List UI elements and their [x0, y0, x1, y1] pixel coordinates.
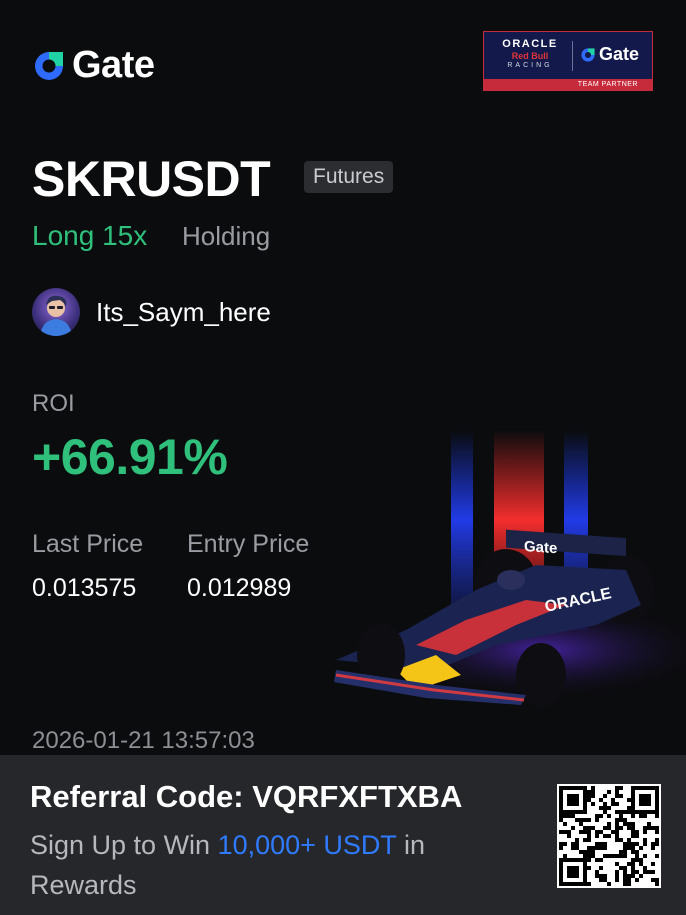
team-partner-caption: TEAM PARTNER [484, 79, 652, 90]
racing-wordmark: RACING [507, 62, 553, 69]
gate-logo: Gate [32, 44, 155, 87]
user-avatar [32, 288, 80, 336]
referral-code: Referral Code: VQRFXFTXBA [30, 779, 463, 814]
promo-text: Sign Up to Win 10,000+ USDT in Rewards [30, 825, 500, 905]
oracle-wordmark: ORACLE [502, 38, 558, 50]
gate-logo-icon [581, 47, 595, 62]
promo-highlight: 10,000+ USDT [217, 830, 397, 860]
position-status: Holding [182, 221, 271, 251]
entry-price-label: Entry Price [187, 530, 310, 558]
brand-name: Gate [72, 44, 155, 86]
badge-gate-text: Gate [599, 44, 640, 64]
username: Its_Saym_here [96, 297, 271, 327]
timestamp: 2026-01-21 13:57:03 [32, 727, 255, 754]
last-price-label: Last Price [32, 530, 144, 558]
trading-pair: SKRUSDT [32, 151, 271, 207]
roi-label: ROI [32, 390, 75, 417]
entry-price-value: 0.012989 [187, 574, 292, 602]
market-type-badge: Futures [304, 161, 394, 193]
red-bull-wordmark: Red Bull [511, 51, 549, 61]
badge-gate-logo: Gate [580, 44, 639, 65]
gate-logo-icon [35, 51, 63, 80]
badge-divider [572, 41, 573, 71]
qr-code[interactable] [557, 784, 661, 888]
roi-value: +66.91% [32, 429, 228, 485]
position-direction: Long 15x [32, 220, 148, 251]
race-car-illustration: Gate ORACLE [334, 430, 686, 707]
last-price-value: 0.013575 [32, 574, 137, 602]
svg-text:Gate: Gate [524, 538, 557, 557]
partner-badge: ORACLE Red Bull RACING Gate TEAM PARTNER [483, 31, 653, 91]
promo-prefix: Sign Up to Win [30, 830, 218, 860]
